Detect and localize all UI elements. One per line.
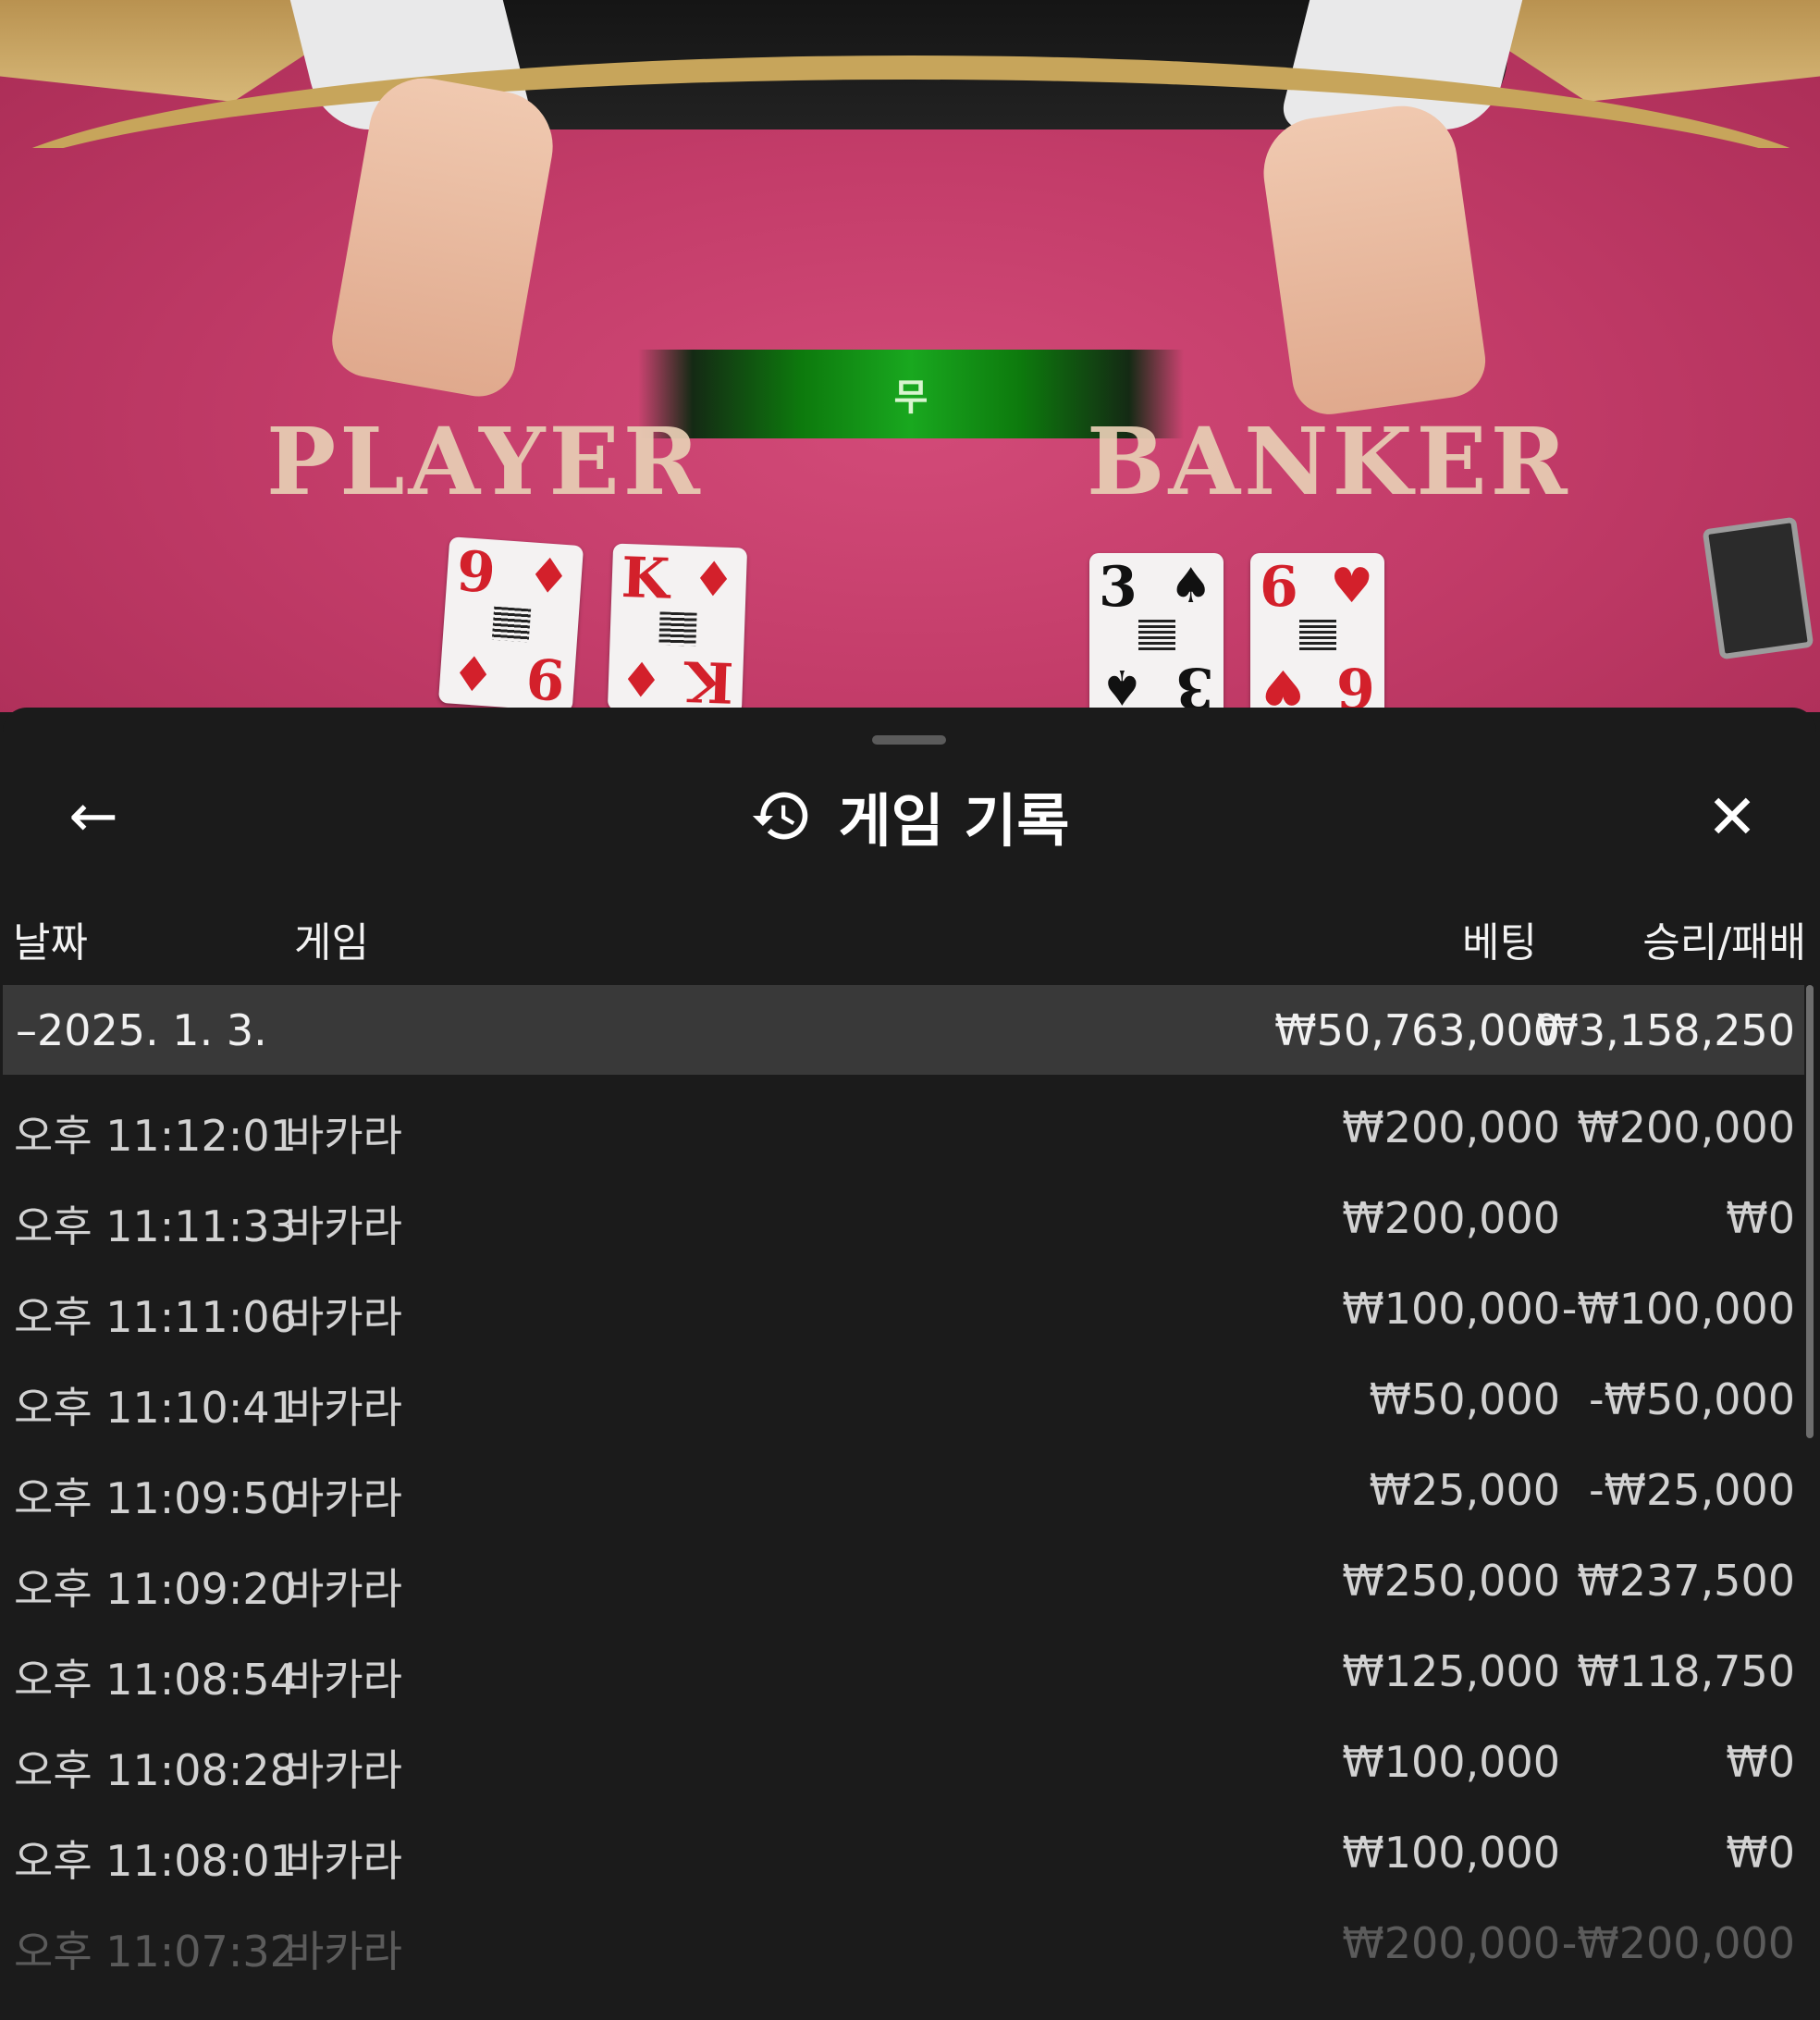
- heart-icon: ♥: [1261, 659, 1305, 712]
- row-win-loss: ₩118,750: [1577, 1646, 1795, 1696]
- history-row[interactable]: 오후 11:10:41 바카라 ₩50,000 -₩50,000: [3, 1347, 1804, 1437]
- row-bet: ₩200,000: [1342, 1193, 1560, 1243]
- barcode-icon: [491, 606, 531, 643]
- row-time: 오후 11:09:20: [14, 1564, 297, 1614]
- card-rank: K: [620, 545, 671, 612]
- history-row[interactable]: 오후 11:08:54 바카라 ₩125,000 ₩118,750: [3, 1619, 1804, 1709]
- live-table-video: 무 PLAYER BANKER 9 ♦ ♦ 9 K ♦ ♦ K 3 ♠ ♠ 3 …: [0, 0, 1820, 712]
- barcode-icon: [658, 611, 697, 647]
- banker-card-1: 3 ♠ ♠ 3: [1089, 553, 1224, 712]
- dealer-hand-right: [1256, 98, 1491, 420]
- history-row[interactable]: 오후 11:12:01 바카라 ₩200,000 ₩200,000: [3, 1075, 1804, 1165]
- row-bet: ₩200,000: [1342, 1102, 1560, 1152]
- row-bet: ₩250,000: [1342, 1556, 1560, 1606]
- row-game: 바카라: [285, 1836, 402, 1886]
- row-time: 오후 11:09:50: [14, 1473, 297, 1523]
- row-time: 오후 11:10:41: [14, 1383, 297, 1433]
- column-headers: 날짜 게임 베팅 승리/패배: [3, 902, 1816, 967]
- row-time: 오후 11:11:06: [14, 1292, 297, 1342]
- row-game: 바카라: [285, 1201, 402, 1251]
- card-shoe: [1702, 516, 1814, 660]
- table-rail: [0, 55, 1820, 148]
- row-bet: ₩100,000: [1342, 1828, 1560, 1878]
- drag-handle[interactable]: [872, 735, 946, 745]
- row-bet: ₩100,000: [1342, 1284, 1560, 1334]
- column-header-game: 게임: [294, 919, 369, 967]
- row-bet: ₩50,000: [1369, 1374, 1560, 1424]
- row-game: 바카라: [285, 1292, 402, 1342]
- row-bet: ₩25,000: [1369, 1465, 1560, 1515]
- scrollbar[interactable]: [1806, 985, 1814, 1438]
- row-win-loss: -₩100,000: [1561, 1284, 1795, 1334]
- diamond-icon: ♦: [449, 642, 497, 701]
- row-win-loss: ₩0: [1726, 1828, 1795, 1878]
- row-win-loss: ₩0: [1726, 1737, 1795, 1787]
- diamond-icon: ♦: [691, 551, 736, 610]
- close-button[interactable]: ✕: [1695, 780, 1769, 854]
- player-card-2: K ♦ ♦ K: [607, 543, 748, 712]
- close-icon: ✕: [1706, 781, 1758, 853]
- banker-card-2: 6 ♥ ♥ 6: [1250, 553, 1384, 712]
- diamond-icon: ♦: [619, 648, 664, 707]
- row-bet: ₩100,000: [1342, 1737, 1560, 1787]
- row-time: 오후 11:11:33: [14, 1201, 297, 1251]
- row-game: 바카라: [285, 1927, 402, 1977]
- row-time: 오후 11:07:32: [14, 1927, 297, 1977]
- row-bet: ₩125,000: [1342, 1646, 1560, 1696]
- player-card-1: 9 ♦ ♦ 9: [437, 536, 584, 712]
- column-header-bet: 베팅: [1462, 919, 1537, 967]
- row-win-loss: -₩50,000: [1588, 1374, 1795, 1424]
- row-win-loss: ₩0: [1726, 1193, 1795, 1243]
- row-time: 오후 11:12:01: [14, 1111, 297, 1161]
- banker-area-label: BANKER: [1087, 407, 1571, 516]
- date-group-bet-total: ₩50,763,000: [1274, 1005, 1560, 1055]
- history-row[interactable]: 오후 11:08:28 바카라 ₩100,000 ₩0: [3, 1709, 1804, 1800]
- date-group-row[interactable]: –2025. 1. 3. ₩50,763,000 ₩3,158,250: [3, 985, 1804, 1075]
- card-rank: 6: [1260, 555, 1298, 620]
- row-game: 바카라: [285, 1473, 402, 1523]
- row-game: 바카라: [285, 1383, 402, 1433]
- barcode-icon: [1298, 620, 1336, 653]
- spade-icon: ♠: [1169, 559, 1212, 614]
- barcode-icon: [1138, 620, 1175, 653]
- history-row[interactable]: 오후 11:07:32 바카라 ₩200,000 -₩200,000: [3, 1891, 1804, 1981]
- diamond-icon: ♦: [525, 548, 572, 607]
- row-win-loss: ₩237,500: [1577, 1556, 1795, 1606]
- card-rank: 9: [454, 538, 498, 607]
- row-win-loss: ₩200,000: [1577, 1102, 1795, 1152]
- card-rank: 6: [1336, 655, 1375, 712]
- row-game: 바카라: [285, 1111, 402, 1161]
- row-bet: ₩200,000: [1342, 1918, 1560, 1968]
- row-win-loss: -₩25,000: [1588, 1465, 1795, 1515]
- column-header-date: 날짜: [13, 919, 88, 967]
- date-group-label: –2025. 1. 3.: [16, 1005, 267, 1055]
- history-row[interactable]: 오후 11:09:20 바카라 ₩250,000 ₩237,500: [3, 1528, 1804, 1619]
- history-row[interactable]: 오후 11:11:33 바카라 ₩200,000 ₩0: [3, 1165, 1804, 1256]
- panel-header: 게임 기록: [3, 774, 1816, 857]
- spade-icon: ♠: [1101, 659, 1144, 712]
- history-row[interactable]: 오후 11:11:06 바카라 ₩100,000 -₩100,000: [3, 1256, 1804, 1347]
- row-game: 바카라: [285, 1564, 402, 1614]
- round-result-label: 무: [893, 376, 928, 419]
- row-game: 바카라: [285, 1655, 402, 1705]
- column-header-win-loss: 승리/패배: [1642, 919, 1806, 967]
- card-rank: 3: [1099, 555, 1138, 620]
- game-history-panel: ← 게임 기록 ✕ 날짜 게임 베팅 승리/패배 –2025. 1. 3. ₩5…: [3, 708, 1816, 2020]
- page-title: 게임 기록: [838, 787, 1070, 855]
- row-time: 오후 11:08:28: [14, 1745, 297, 1795]
- row-time: 오후 11:08:54: [14, 1655, 297, 1705]
- card-rank: 9: [523, 644, 568, 712]
- history-row[interactable]: 오후 11:09:50 바카라 ₩25,000 -₩25,000: [3, 1437, 1804, 1528]
- row-game: 바카라: [285, 1745, 402, 1795]
- date-group-win-total: ₩3,158,250: [1536, 1005, 1795, 1055]
- history-row[interactable]: 오후 11:08:01 바카라 ₩100,000 ₩0: [3, 1800, 1804, 1891]
- heart-icon: ♥: [1330, 559, 1373, 614]
- player-area-label: PLAYER: [266, 407, 704, 516]
- row-win-loss: -₩200,000: [1561, 1918, 1795, 1968]
- card-rank: K: [683, 647, 735, 712]
- row-time: 오후 11:08:01: [14, 1836, 297, 1886]
- history-icon: [752, 792, 807, 840]
- card-rank: 3: [1175, 655, 1214, 712]
- history-list: 오후 11:12:01 바카라 ₩200,000 ₩200,000 오후 11:…: [3, 1075, 1804, 1981]
